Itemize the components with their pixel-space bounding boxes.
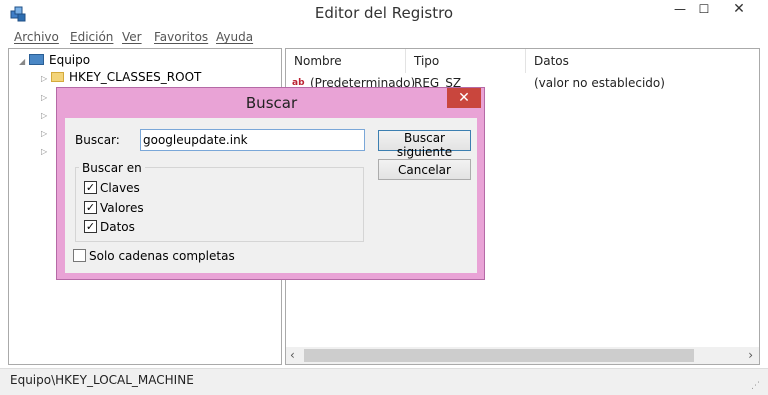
checkbox-label: Valores	[100, 201, 144, 215]
checkbox-icon[interactable]	[73, 249, 86, 262]
column-header-nombre[interactable]: Nombre	[286, 49, 406, 73]
expand-arrow-icon[interactable]: ▷	[41, 147, 51, 156]
dialog-body: Buscar: Buscar siguiente Cancelar Buscar…	[65, 118, 477, 273]
find-next-button[interactable]: Buscar siguiente	[378, 130, 471, 159]
column-header-tipo[interactable]: Tipo	[406, 49, 526, 73]
checkbox-label: Solo cadenas completas	[89, 249, 235, 263]
close-button[interactable]: ✕	[714, 0, 764, 20]
search-input[interactable]	[140, 129, 365, 151]
collapse-arrow-icon[interactable]: ◢	[19, 53, 29, 71]
expand-arrow-icon[interactable]: ▷	[41, 111, 51, 120]
scrollbar-thumb[interactable]	[304, 349, 694, 362]
folder-icon	[51, 71, 64, 82]
tree-item-label: HKEY_CLASSES_ROOT	[69, 70, 202, 84]
checkbox-datos[interactable]: ✓ Datos	[84, 219, 135, 235]
tree-item-equipo[interactable]: ◢ Equipo	[19, 51, 90, 69]
menu-edicion[interactable]: Edición	[70, 30, 113, 44]
resize-grip-icon[interactable]: ⋰	[751, 381, 760, 391]
menu-ver[interactable]: Ver	[122, 30, 142, 44]
menu-archivo[interactable]: Archivo	[14, 30, 59, 44]
expand-arrow-icon[interactable]: ▷	[41, 129, 51, 138]
cancel-button[interactable]: Cancelar	[378, 159, 471, 180]
dialog-title: Buscar	[245, 94, 298, 112]
title-bar: Editor del Registro — ☐ ✕	[0, 0, 768, 28]
find-dialog: Buscar ✕ Buscar: Buscar siguiente Cancel…	[56, 87, 485, 280]
checkbox-valores[interactable]: ✓ Valores	[84, 200, 144, 216]
search-label: Buscar:	[75, 133, 120, 147]
tree-item-label: Equipo	[49, 53, 91, 67]
column-header-datos[interactable]: Datos	[526, 49, 759, 73]
checkbox-label: Datos	[100, 220, 135, 234]
menu-bar: Archivo Edición Ver Favoritos Ayuda	[0, 28, 768, 48]
status-bar: Equipo\HKEY_LOCAL_MACHINE ⋰	[0, 368, 768, 395]
menu-favoritos[interactable]: Favoritos	[154, 30, 208, 44]
tree-item-hkey-classes-root[interactable]: ▷ HKEY_CLASSES_ROOT	[41, 68, 201, 86]
menu-ayuda[interactable]: Ayuda	[216, 30, 253, 44]
expand-arrow-icon[interactable]: ▷	[41, 93, 51, 102]
checkbox-icon[interactable]: ✓	[84, 201, 97, 214]
scroll-left-icon[interactable]: ‹	[290, 347, 295, 364]
scroll-right-icon[interactable]: ›	[748, 347, 753, 364]
checkbox-claves[interactable]: ✓ Claves	[84, 180, 140, 196]
value-data-cell: (valor no establecido)	[534, 76, 665, 90]
status-path: Equipo\HKEY_LOCAL_MACHINE	[10, 373, 194, 387]
checkbox-label: Claves	[100, 181, 140, 195]
window-title: Editor del Registro	[314, 4, 454, 22]
dialog-close-button[interactable]: ✕	[447, 88, 481, 108]
expand-arrow-icon[interactable]: ▷	[41, 70, 51, 88]
checkbox-solo-cadenas-completas[interactable]: Solo cadenas completas	[73, 248, 235, 264]
search-in-legend: Buscar en	[79, 161, 145, 175]
checkbox-icon[interactable]: ✓	[84, 181, 97, 194]
horizontal-scrollbar[interactable]: ‹ ›	[286, 347, 759, 364]
computer-icon	[29, 54, 44, 65]
checkbox-icon[interactable]: ✓	[84, 220, 97, 233]
